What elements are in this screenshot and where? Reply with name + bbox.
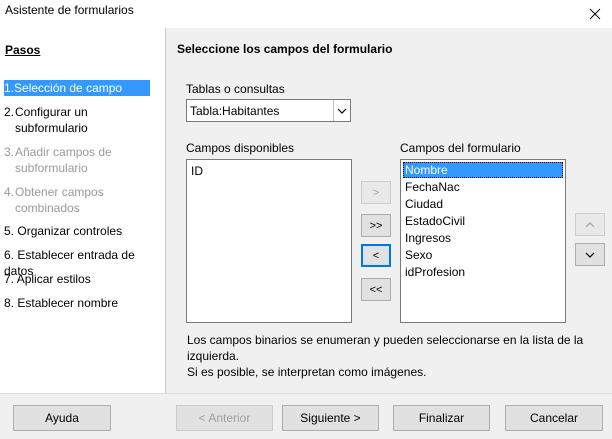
move-down-button[interactable] <box>575 243 605 266</box>
back-button[interactable]: < Anterior <box>176 405 273 431</box>
step-label: Configurar un subformulario <box>15 105 88 135</box>
next-button[interactable]: Siguiente > <box>282 405 379 431</box>
step-number: 7. <box>4 272 15 286</box>
help-button[interactable]: Ayuda <box>13 405 111 431</box>
step-label: Aplicar estilos <box>16 272 91 286</box>
list-item[interactable]: Ingresos <box>403 230 453 246</box>
title-bar: Asistente de formularios <box>0 0 612 28</box>
step-label: Establecer nombre <box>17 296 119 310</box>
finish-button[interactable]: Finalizar <box>393 405 490 431</box>
step-1[interactable]: 1.Selección de campo <box>4 80 150 96</box>
cancel-button[interactable]: Cancelar <box>505 405 603 431</box>
step-label: Añadir campos de subformulario <box>15 145 112 175</box>
list-item[interactable]: Sexo <box>403 247 434 263</box>
close-icon <box>589 8 601 20</box>
info-line-1: Los campos binarios se enumeran y pueden… <box>187 333 584 363</box>
step-3: 3.Añadir campos de subformulario <box>4 144 164 176</box>
steps-header: Pasos <box>5 43 41 57</box>
window-title: Asistente de formularios <box>5 3 134 17</box>
info-text: Los campos binarios se enumeran y pueden… <box>187 332 587 380</box>
step-number: 6. <box>4 248 15 262</box>
main-panel: Seleccione los campos del formulario Tab… <box>167 28 612 393</box>
step-number: 5. <box>4 224 15 238</box>
chevron-up-icon <box>585 221 595 227</box>
step-4: 4.Obtener campos combinados <box>4 184 164 216</box>
step-number: 4. <box>4 185 15 199</box>
tables-select-value: Tabla:Habitantes <box>190 104 280 118</box>
list-item[interactable]: EstadoCivil <box>403 213 467 229</box>
remove-all-button[interactable]: << <box>361 278 391 301</box>
list-item[interactable]: idProfesion <box>403 264 467 280</box>
list-item[interactable]: Ciudad <box>403 196 445 212</box>
step-number: 2. <box>4 105 15 119</box>
tables-label: Tablas o consultas <box>186 82 285 96</box>
step-number: 1. <box>4 81 15 95</box>
footer-divider <box>0 393 612 394</box>
remove-one-button[interactable]: < <box>361 244 391 267</box>
move-up-button[interactable] <box>575 213 605 236</box>
step-label: Selección de campo <box>14 81 123 95</box>
page-title: Seleccione los campos del formulario <box>177 42 393 56</box>
tables-select[interactable]: Tabla:Habitantes <box>186 99 351 122</box>
chevron-down-icon <box>585 252 595 258</box>
close-button[interactable] <box>578 0 612 28</box>
available-fields-label: Campos disponibles <box>186 141 295 155</box>
steps-sidebar: Pasos 1.Selección de campo 2.Configurar … <box>0 28 166 393</box>
dropdown-button[interactable] <box>333 100 350 121</box>
add-all-button[interactable]: >> <box>361 214 391 237</box>
step-5[interactable]: 5. Organizar controles <box>4 223 164 239</box>
step-label: Organizar controles <box>17 224 123 238</box>
step-number: 3. <box>4 145 15 159</box>
form-fields-label: Campos del formulario <box>400 141 521 155</box>
step-number: 8. <box>4 296 15 310</box>
list-item[interactable]: FechaNac <box>403 179 462 195</box>
info-line-2: Si es posible, se interpretan como imáge… <box>187 365 427 379</box>
step-label: Obtener campos combinados <box>15 185 104 215</box>
chevron-down-icon <box>337 108 347 114</box>
add-one-button[interactable]: > <box>361 181 391 204</box>
list-item[interactable]: ID <box>189 163 205 179</box>
step-2[interactable]: 2.Configurar un subformulario <box>4 104 164 136</box>
form-fields-list[interactable]: Nombre FechaNac Ciudad EstadoCivil Ingre… <box>400 159 566 323</box>
step-7[interactable]: 7. Aplicar estilos <box>4 271 164 287</box>
step-8[interactable]: 8. Establecer nombre <box>4 295 164 311</box>
available-fields-list[interactable]: ID <box>186 159 352 323</box>
list-item[interactable]: Nombre <box>403 162 563 178</box>
